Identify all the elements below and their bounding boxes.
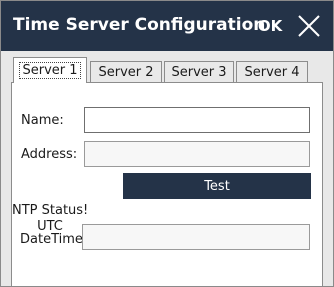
address-label: Address:	[21, 147, 78, 162]
title-bar: Time Server Configuration OK	[1, 1, 333, 51]
ok-button[interactable]: OK	[252, 11, 288, 41]
test-button[interactable]: Test	[123, 173, 311, 199]
utc-datetime-label: UTC DateTime:	[20, 220, 88, 247]
dialog-title: Time Server Configuration	[13, 15, 266, 35]
utc-label-line2: DateTime:	[20, 232, 88, 247]
address-field[interactable]	[84, 141, 310, 167]
tab-label: Server 1	[19, 62, 81, 79]
ntp-status-label: NTP Status!	[12, 203, 89, 218]
server-settings-panel: Name: Address: Test NTP Status! UTC Date…	[11, 82, 323, 286]
utc-datetime-field[interactable]	[82, 224, 310, 250]
tab-server-2[interactable]: Server 2	[90, 61, 162, 82]
close-button[interactable]	[293, 10, 325, 42]
tab-label: Server 3	[171, 64, 227, 80]
tab-server-3[interactable]: Server 3	[164, 61, 234, 82]
tab-label: Server 2	[98, 64, 154, 80]
server-tabs: Server 1 Server 2 Server 3 Server 4	[1, 57, 333, 83]
tab-label: Server 4	[244, 64, 300, 80]
close-icon	[298, 15, 320, 37]
tab-server-1[interactable]: Server 1	[13, 57, 87, 83]
tab-server-4[interactable]: Server 4	[236, 61, 308, 82]
name-field[interactable]	[84, 107, 310, 133]
name-label: Name:	[21, 113, 64, 128]
time-server-dialog: Time Server Configuration OK Server 1 Se…	[0, 0, 334, 287]
